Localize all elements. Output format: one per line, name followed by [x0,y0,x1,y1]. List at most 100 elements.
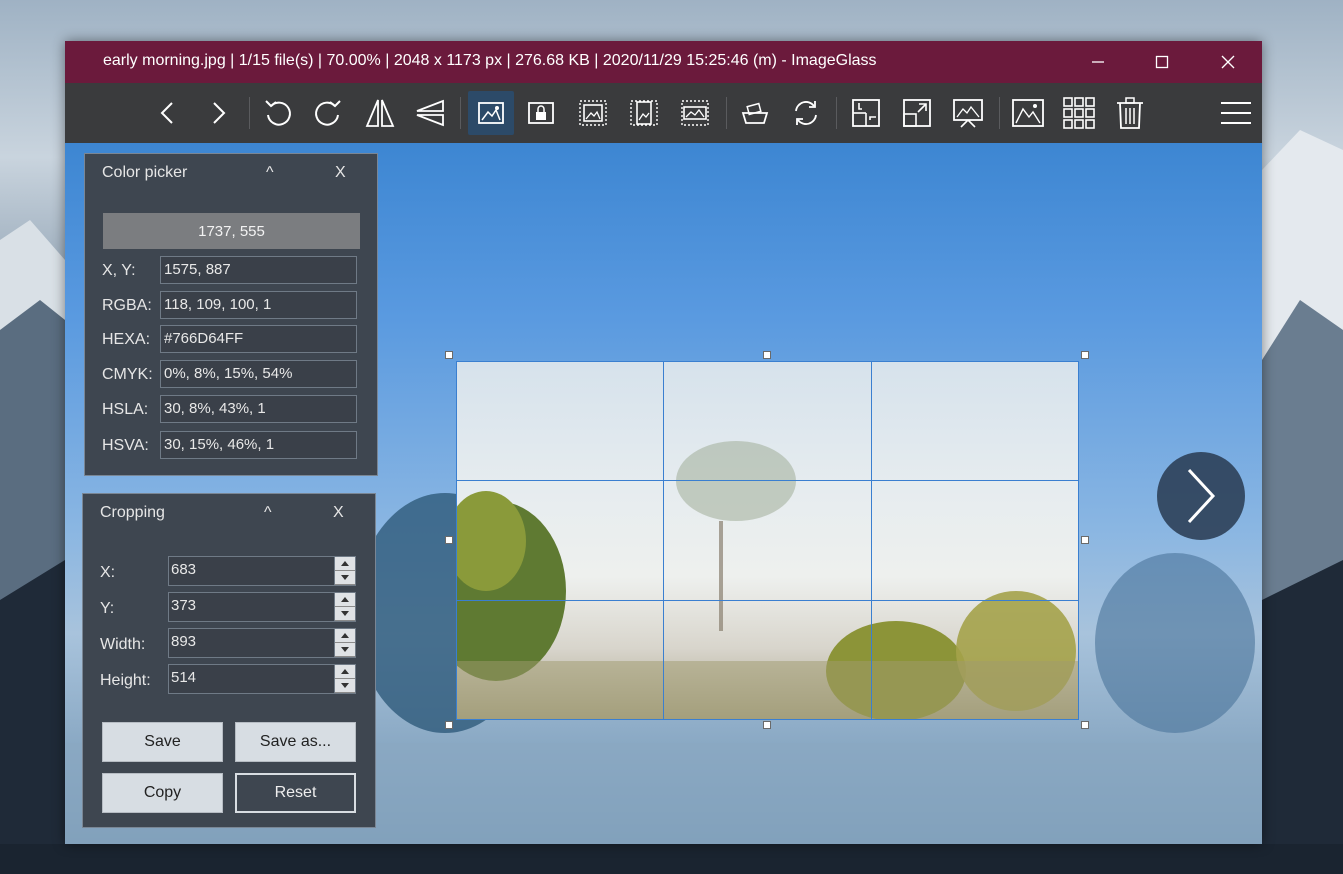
close-button[interactable] [1195,41,1261,83]
close-panel-button[interactable]: X [333,504,344,522]
rotate-left-icon [265,100,291,126]
zoom-width-button[interactable] [621,91,667,135]
chevron-down-icon[interactable] [335,571,355,585]
copy-button[interactable]: Copy [102,773,223,813]
hsva-label: HSVA: [102,437,149,454]
hexa-value[interactable]: #766D64FF [160,325,357,353]
wallpaper-button[interactable] [1005,91,1051,135]
collapse-button[interactable]: ^ [264,504,272,522]
slideshow-button[interactable] [945,91,991,135]
collapse-button[interactable]: ^ [266,164,274,182]
crop-height-input[interactable]: 514 [168,664,356,694]
chevron-up-icon[interactable] [335,629,355,643]
main-menu-button[interactable] [1213,91,1259,135]
crop-handle-top[interactable] [763,351,771,359]
toolbar-separator [726,97,727,129]
crop-width-input[interactable]: 893 [168,628,356,658]
crop-handle-bottom-right[interactable] [1081,721,1089,729]
crop-y-input[interactable]: 373 [168,592,356,622]
maximize-icon [1155,55,1169,69]
cropping-title: Cropping [100,504,165,521]
close-icon [1221,55,1235,69]
crop-handle-top-left[interactable] [445,351,453,359]
thumbnails-icon [1063,97,1095,129]
cropping-panel: Cropping ^ X X: 683 Y: 373 Width: 893 He… [82,493,376,828]
refresh-button[interactable] [783,91,829,135]
crop-handle-bottom[interactable] [763,721,771,729]
rgba-label: RGBA: [102,297,152,314]
flip-horizontal-button[interactable] [357,91,403,135]
print-button[interactable] [732,91,778,135]
title-bar: early morning.jpg | 1/15 file(s) | 70.00… [65,41,1262,83]
menu-icon [1221,102,1251,124]
hsla-value[interactable]: 30, 8%, 43%, 1 [160,395,357,423]
crop-handle-top-right[interactable] [1081,351,1089,359]
crop-width-label: Width: [100,636,146,653]
chevron-down-icon[interactable] [335,679,355,693]
thumbnails-button[interactable] [1056,91,1102,135]
crop-handle-bottom-left[interactable] [445,721,453,729]
save-button[interactable]: Save [102,722,223,762]
hsva-value[interactable]: 30, 15%, 46%, 1 [160,431,357,459]
crop-tool-button[interactable] [468,91,514,135]
lock-zoom-icon [528,102,554,124]
next-button[interactable] [195,91,241,135]
previous-button[interactable] [145,91,191,135]
rotate-right-button[interactable] [305,91,351,135]
print-icon [741,102,769,124]
lock-zoom-button[interactable] [518,91,564,135]
crop-handle-right[interactable] [1081,536,1089,544]
next-icon [213,102,226,124]
minimize-button[interactable] [1065,41,1131,83]
image-viewer[interactable]: Color picker ^ X 1737, 555 X, Y: 1575, 8… [65,143,1262,844]
crop-border [456,361,1079,720]
crop-handle-left[interactable] [445,536,453,544]
app-window: early morning.jpg | 1/15 file(s) | 70.00… [65,41,1262,844]
zoom-height-button[interactable] [672,91,718,135]
crop-x-input[interactable]: 683 [168,556,356,586]
rgba-value[interactable]: 118, 109, 100, 1 [160,291,357,319]
slideshow-icon [953,99,983,128]
chevron-up-icon[interactable] [335,557,355,571]
rotate-left-button[interactable] [255,91,301,135]
toolbar [65,83,1262,143]
wallpaper-icon [1012,99,1044,127]
zoom-fit-icon [579,100,607,126]
delete-icon [1117,97,1143,129]
color-picker-title: Color picker [102,164,188,181]
toolbar-separator [460,97,461,129]
auto-size-icon [852,99,880,127]
toolbar-separator [836,97,837,129]
cmyk-value[interactable]: 0%, 8%, 15%, 54% [160,360,357,388]
hexa-label: HEXA: [102,331,151,348]
cursor-coordinates: 1737, 555 [103,213,360,249]
chevron-down-icon[interactable] [335,607,355,621]
auto-size-button[interactable] [843,91,889,135]
flip-vertical-icon [416,99,444,127]
crop-x-value: 683 [171,561,197,578]
chevron-down-icon[interactable] [335,643,355,657]
zoom-fit-button[interactable] [570,91,616,135]
color-picker-panel: Color picker ^ X 1737, 555 X, Y: 1575, 8… [84,153,378,476]
fullscreen-button[interactable] [894,91,940,135]
crop-selection[interactable] [456,361,1079,720]
chevron-up-icon[interactable] [335,593,355,607]
next-image-button[interactable] [1157,452,1245,540]
flip-horizontal-icon [365,99,395,127]
crop-height-label: Height: [100,672,151,689]
chevron-up-icon[interactable] [335,665,355,679]
save-as-button[interactable]: Save as... [235,722,356,762]
refresh-icon [795,101,817,125]
maximize-button[interactable] [1129,41,1195,83]
crop-x-label: X: [100,564,116,581]
rotate-right-icon [315,100,341,126]
xy-value[interactable]: 1575, 887 [160,256,357,284]
close-panel-button[interactable]: X [335,164,346,182]
delete-button[interactable] [1107,91,1153,135]
xy-label: X, Y: [102,262,136,279]
reset-button[interactable]: Reset [235,773,356,813]
toolbar-separator [249,97,250,129]
minimize-icon [1092,61,1104,63]
flip-vertical-button[interactable] [407,91,453,135]
zoom-width-icon [630,100,658,126]
